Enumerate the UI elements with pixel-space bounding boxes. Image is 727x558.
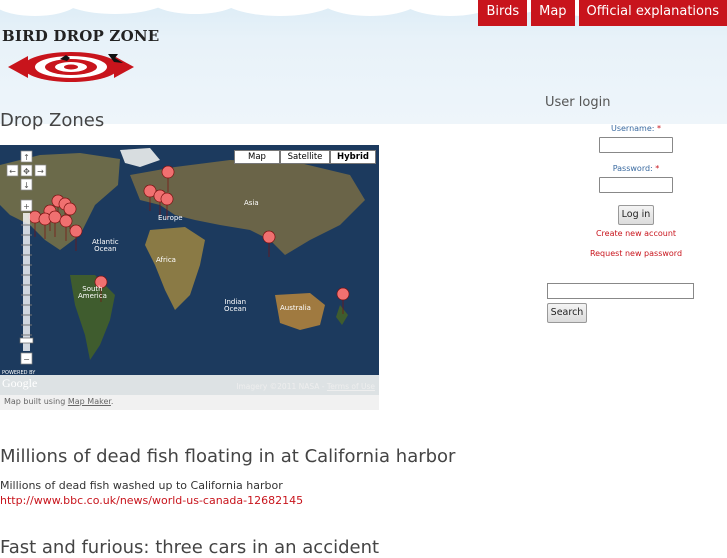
svg-text:↑: ↑ xyxy=(23,153,30,162)
article-link[interactable]: http://www.bbc.co.uk/news/world-us-canad… xyxy=(0,494,303,507)
top-nav: Birds Map Official explanations xyxy=(478,0,727,26)
world-map[interactable]: ↑ ← ✥ → ↓ + − Map Satellite Hybrid Asia … xyxy=(0,145,379,395)
svg-text:←: ← xyxy=(9,167,16,176)
map-label-australia: Australia xyxy=(280,304,311,312)
svg-text:→: → xyxy=(37,167,44,176)
svg-text:↓: ↓ xyxy=(23,181,30,190)
map-caption-text: Map built using xyxy=(4,397,68,406)
map-type-hybrid[interactable]: Hybrid xyxy=(330,150,376,164)
map-label-south-america: South America xyxy=(78,285,107,300)
article-body: Millions of dead fish washed up to Calif… xyxy=(0,479,283,492)
password-label-text: Password: xyxy=(612,164,653,173)
username-label-text: Username: xyxy=(610,124,655,133)
terms-of-use-link[interactable]: Terms of Use xyxy=(327,382,375,391)
page-title: Drop Zones xyxy=(0,110,105,131)
search-input[interactable] xyxy=(547,283,694,299)
google-logo[interactable]: POWERED BY Google xyxy=(2,370,37,391)
map-caption: Map built using Map Maker. xyxy=(0,395,379,410)
search-button[interactable]: Search xyxy=(547,303,587,323)
site-logo-icon[interactable] xyxy=(8,50,134,88)
nav-official-explanations[interactable]: Official explanations xyxy=(578,0,727,26)
svg-text:+: + xyxy=(23,202,30,211)
map-copyright: Imagery ©2011 NASA - Terms of Use xyxy=(236,382,375,391)
username-label: Username: * xyxy=(546,124,726,133)
map-type-map[interactable]: Map xyxy=(234,150,280,164)
map-type-selector: Map Satellite Hybrid xyxy=(234,150,376,164)
nav-birds[interactable]: Birds xyxy=(478,0,528,26)
site-logo-title[interactable]: BIRD DROP ZONE xyxy=(2,27,159,45)
article-title[interactable]: Fast and furious: three cars in an accid… xyxy=(0,537,379,558)
map-caption-suffix: . xyxy=(110,397,114,406)
password-input[interactable] xyxy=(599,177,673,193)
svg-text:✥: ✥ xyxy=(23,167,30,176)
map-type-satellite[interactable]: Satellite xyxy=(280,150,330,164)
map-label-africa: Africa xyxy=(156,256,176,264)
username-input[interactable] xyxy=(599,137,673,153)
article-title[interactable]: Millions of dead fish floating in at Cal… xyxy=(0,446,455,467)
map-marker xyxy=(262,230,276,258)
svg-text:−: − xyxy=(23,355,30,364)
map-label-asia: Asia xyxy=(244,199,259,207)
required-mark: * xyxy=(655,164,660,173)
request-password-link[interactable]: Request new password xyxy=(546,249,726,258)
map-label-europe: Europe xyxy=(158,214,183,222)
nav-map[interactable]: Map xyxy=(531,0,575,26)
google-wordmark: Google xyxy=(2,376,38,390)
map-label-indian: Indian Ocean xyxy=(224,298,247,313)
login-button[interactable]: Log in xyxy=(618,205,654,225)
required-mark: * xyxy=(657,124,662,133)
user-login-title: User login xyxy=(545,95,611,110)
create-account-link[interactable]: Create new account xyxy=(546,229,726,238)
map-label-atlantic: Atlantic Ocean xyxy=(92,238,119,253)
copyright-text: Imagery ©2011 NASA - xyxy=(236,382,327,391)
password-label: Password: * xyxy=(546,164,726,173)
map-maker-link[interactable]: Map Maker xyxy=(68,397,111,406)
